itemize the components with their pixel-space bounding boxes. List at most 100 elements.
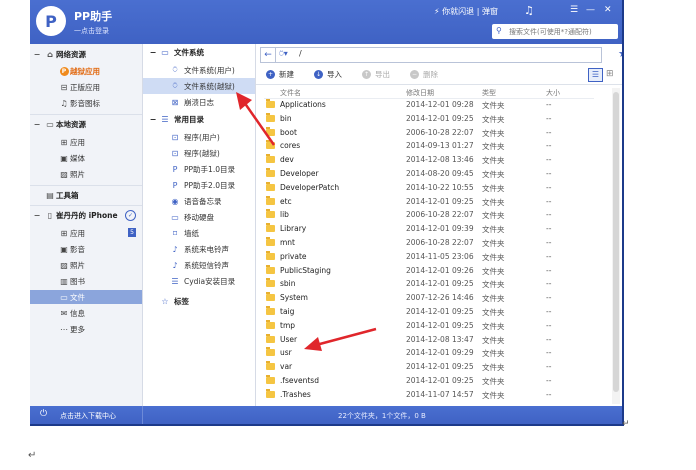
table-row[interactable]: DeveloperPatch 2014-10-22 10:55 文件夹 -- — [264, 181, 594, 195]
grid-view-icon[interactable]: ⊞ — [606, 69, 614, 79]
table-row[interactable]: tmp 2014-12-01 09:25 文件夹 -- — [264, 319, 594, 333]
nav-item-local-apps[interactable]: ⊞ 应用 — [30, 135, 142, 149]
collapse-icon[interactable]: − — [147, 115, 159, 124]
close-button[interactable]: ✕ — [604, 5, 612, 15]
dir-item-pp2[interactable]: P PP助手2.0目录 — [143, 177, 255, 193]
nav-item-device-books[interactable]: ▥ 图书 — [30, 274, 142, 288]
dir-item-apps-jailbreak[interactable]: ⊡ 程序(越狱) — [143, 145, 255, 161]
new-button[interactable]: + 新建 — [266, 69, 294, 80]
fs-section-header[interactable]: − ▭ 文件系统 — [143, 45, 255, 60]
nav-group-network[interactable]: − ⌂ 网络资源 — [30, 46, 142, 62]
dir-item-wallpaper[interactable]: ⌑ 墙纸 — [143, 225, 255, 241]
nav-group-toolbox[interactable]: ▤ 工具箱 — [30, 187, 142, 203]
table-row[interactable]: cores 2014-09-13 01:27 文件夹 -- — [264, 139, 594, 153]
table-row[interactable]: sbin 2014-12-01 09:25 文件夹 -- — [264, 277, 594, 291]
nav-item-device-files[interactable]: ▭ 文件 — [30, 290, 142, 304]
collapse-icon[interactable]: − — [30, 50, 44, 59]
cell-type: 文件夹 — [482, 321, 505, 331]
cell-type: 文件夹 — [482, 363, 505, 373]
list-view-icon[interactable]: ☰ — [588, 68, 603, 82]
dir-item-apps-user[interactable]: ⊡ 程序(用户) — [143, 129, 255, 145]
nav-item-device-messages[interactable]: ✉ 信息 — [30, 306, 142, 320]
export-button[interactable]: ↑ 导出 — [362, 69, 390, 80]
ringtone-icon: ♪ — [172, 244, 178, 254]
table-row[interactable]: System 2007-12-26 14:46 文件夹 -- — [264, 291, 594, 305]
collapse-icon[interactable]: − — [147, 48, 159, 57]
vertical-scrollbar[interactable] — [612, 88, 620, 404]
search-input[interactable]: ⚲ 搜索文件(可使用*?通配符) — [492, 24, 618, 39]
table-row[interactable]: etc 2014-12-01 09:25 文件夹 -- — [264, 195, 594, 209]
menu-icon[interactable]: ☰ — [570, 5, 578, 15]
nav-item-jailbreak-apps[interactable]: P 越狱应用 — [30, 64, 142, 78]
dir-item-fs-jailbreak[interactable]: ⍥ 文件系统(越狱) — [143, 78, 255, 94]
download-icon[interactable]: ⏻ — [40, 409, 47, 419]
table-row[interactable]: mnt 2006-10-28 22:07 文件夹 -- — [264, 236, 594, 250]
common-dirs-header[interactable]: − ☰ 常用目录 — [143, 112, 255, 127]
table-row[interactable]: Applications 2014-12-01 09:28 文件夹 -- — [264, 98, 594, 112]
dir-item-crash-logs[interactable]: ⊠ 崩溃日志 — [143, 94, 255, 110]
column-size-header[interactable]: 大小 — [546, 88, 560, 98]
table-row[interactable]: Developer 2014-08-20 09:45 文件夹 -- — [264, 167, 594, 181]
table-row[interactable]: User 2014-12-08 13:47 文件夹 -- — [264, 333, 594, 347]
dir-item-sms-tones[interactable]: ♪ 系统短信铃声 — [143, 257, 255, 273]
import-button[interactable]: ↓ 导入 — [314, 69, 342, 80]
download-center-link[interactable]: 点击进入下载中心 — [60, 411, 116, 421]
dir-item-ringtones[interactable]: ♪ 系统来电铃声 — [143, 241, 255, 257]
dir-item-cydia[interactable]: ☰ Cydia安装目录 — [143, 273, 255, 289]
divider — [30, 205, 142, 206]
folder-icon — [266, 99, 275, 108]
dir-item-mobile-disk[interactable]: ▭ 移动硬盘 — [143, 209, 255, 225]
nav-group-iphone[interactable]: − ▯ 崔丹丹的 iPhone ✓ — [30, 207, 142, 223]
table-row[interactable]: dev 2014-12-08 13:46 文件夹 -- — [264, 153, 594, 167]
table-row[interactable]: private 2014-11-05 23:06 文件夹 -- — [264, 250, 594, 264]
table-row[interactable]: .Trashes 2014-11-07 14:57 文件夹 -- — [264, 388, 594, 402]
minimize-button[interactable]: — — [586, 5, 595, 15]
table-row[interactable]: bin 2014-12-01 09:25 文件夹 -- — [264, 112, 594, 126]
back-arrow-icon[interactable]: ← — [261, 48, 276, 62]
nav-item-media-icons[interactable]: ♫ 影音图标 — [30, 96, 142, 110]
scroll-thumb[interactable] — [613, 92, 619, 392]
table-row[interactable]: PublicStaging 2014-12-01 09:26 文件夹 -- — [264, 264, 594, 278]
collapse-icon[interactable]: − — [30, 120, 44, 129]
table-row[interactable]: boot 2006-10-28 22:07 文件夹 -- — [264, 126, 594, 140]
table-row[interactable]: taig 2014-12-01 09:25 文件夹 -- — [264, 305, 594, 319]
cell-name: tmp — [280, 320, 296, 330]
table-row[interactable]: var 2014-12-01 09:25 文件夹 -- — [264, 360, 594, 374]
dir-item-pp1[interactable]: P PP助手1.0目录 — [143, 161, 255, 177]
nav-item-local-media[interactable]: ▣ 媒体 — [30, 151, 142, 165]
cell-name: taig — [280, 307, 295, 316]
nav-item-device-apps[interactable]: ⊞ 应用 5 — [30, 226, 142, 240]
nav-item-genuine-apps[interactable]: ⊟ 正版应用 — [30, 80, 142, 94]
nav-group-local[interactable]: − ▭ 本地资源 — [30, 116, 142, 132]
cell-date: 2014-12-01 09:25 — [406, 279, 474, 289]
nav-item-local-photos[interactable]: ▨ 照片 — [30, 167, 142, 181]
table-row[interactable]: usr 2014-12-01 09:29 文件夹 -- — [264, 346, 594, 360]
cell-name: usr — [280, 348, 292, 358]
cell-type: 文件夹 — [482, 390, 505, 400]
current-path[interactable]: / — [299, 49, 302, 58]
table-row[interactable]: lib 2006-10-28 22:07 文件夹 -- — [264, 208, 594, 222]
nav-item-device-more[interactable]: ⋯ 更多 — [30, 322, 142, 336]
favorite-star-icon[interactable]: ★ — [618, 47, 622, 60]
list-icon: ☰ — [171, 276, 179, 286]
collapse-icon[interactable]: − — [30, 211, 44, 220]
dir-item-voice-memos[interactable]: ◉ 语音备忘录 — [143, 193, 255, 209]
folder-icon — [266, 209, 275, 219]
table-row[interactable]: .fseventsd 2014-12-01 09:25 文件夹 -- — [264, 374, 594, 388]
dir-item-fs-user[interactable]: ⍥ 文件系统(用户) — [143, 62, 255, 78]
music-icon[interactable]: ♫ — [524, 4, 534, 17]
table-row[interactable]: Library 2014-12-01 09:39 文件夹 -- — [264, 222, 594, 236]
crash-log-icon: ⊠ — [171, 97, 179, 107]
delete-button[interactable]: − 删除 — [410, 69, 438, 80]
film-icon: ▣ — [60, 153, 68, 163]
column-name-header[interactable]: 文件名 — [280, 88, 301, 98]
filesystem-icon[interactable]: ⍥▾ — [279, 49, 288, 59]
tags-header[interactable]: ☆ 标签 — [143, 294, 255, 309]
login-link[interactable]: 一点击登录 — [74, 26, 109, 36]
share-status[interactable]: ⚡ 你就闪退 | 弹窗 — [434, 6, 498, 17]
column-type-header[interactable]: 类型 — [482, 88, 496, 98]
path-bar[interactable]: ← ⍥▾ / — [260, 47, 602, 63]
nav-item-device-photos[interactable]: ▨ 照片 — [30, 258, 142, 272]
nav-item-device-media[interactable]: ▣ 影音 — [30, 242, 142, 256]
column-date-header[interactable]: 修改日期 — [406, 88, 434, 98]
